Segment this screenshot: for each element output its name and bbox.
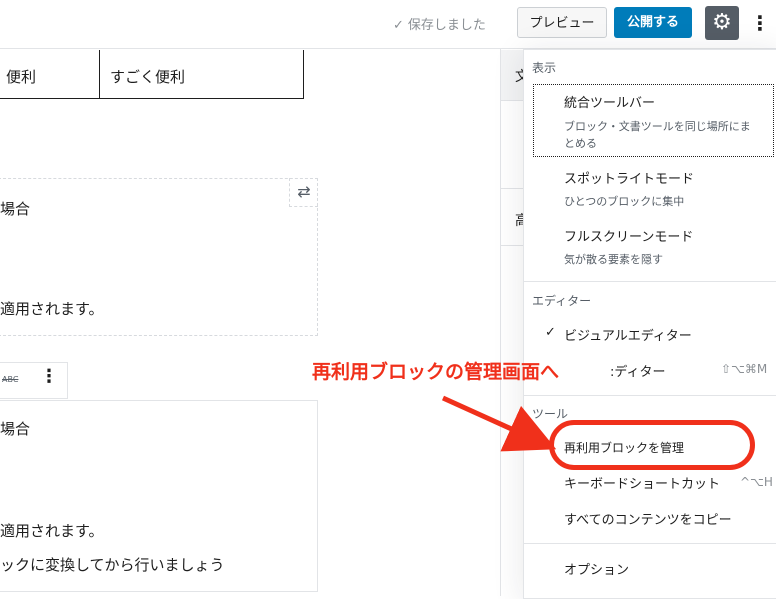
annotation-arrow-icon bbox=[441, 395, 557, 452]
